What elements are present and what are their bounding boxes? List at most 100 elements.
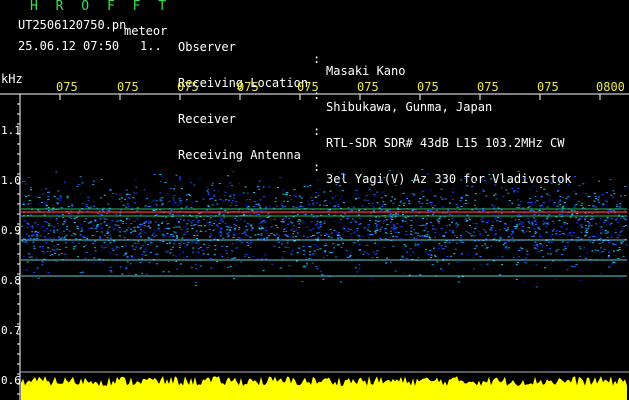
- noise-pixel: [45, 242, 48, 244]
- noise-pixel: [117, 229, 120, 231]
- noise-pixel: [436, 249, 439, 251]
- noise-pixel: [421, 217, 424, 219]
- noise-pixel: [380, 197, 383, 199]
- noise-pixel: [372, 206, 375, 208]
- noise-pixel: [598, 201, 600, 203]
- noise-pixel: [235, 205, 238, 206]
- noise-pixel: [556, 190, 559, 192]
- noise-pixel: [75, 217, 78, 219]
- noise-pixel: [48, 225, 51, 227]
- noise-pixel: [152, 209, 155, 211]
- noise-pixel: [247, 206, 250, 207]
- noise-pixel: [28, 256, 31, 258]
- noise-pixel: [281, 257, 284, 259]
- noise-pixel: [625, 244, 628, 246]
- noise-pixel: [434, 228, 437, 230]
- noise-pixel: [468, 217, 471, 219]
- noise-pixel: [487, 219, 490, 221]
- noise-pixel: [391, 219, 394, 221]
- noise-pixel: [606, 217, 609, 218]
- noise-pixel: [384, 228, 387, 230]
- noise-pixel: [515, 264, 518, 265]
- noise-pixel: [197, 248, 200, 250]
- noise-pixel: [168, 200, 171, 202]
- noise-pixel: [66, 197, 69, 199]
- noise-pixel: [600, 247, 603, 249]
- noise-pixel: [85, 218, 87, 220]
- noise-pixel: [186, 256, 189, 258]
- noise-pixel: [171, 246, 174, 248]
- noise-pixel: [419, 225, 422, 227]
- noise-pixel: [552, 260, 555, 262]
- noise-pixel: [86, 196, 89, 198]
- noise-pixel: [232, 232, 235, 234]
- noise-pixel: [115, 193, 118, 195]
- noise-pixel: [350, 233, 353, 235]
- noise-pixel: [394, 214, 397, 216]
- noise-pixel: [222, 200, 225, 202]
- noise-pixel: [421, 235, 424, 237]
- noise-pixel: [257, 214, 260, 215]
- noise-pixel: [411, 179, 414, 181]
- noise-pixel: [339, 237, 342, 239]
- noise-pixel: [600, 226, 603, 228]
- noise-pixel: [206, 190, 209, 192]
- noise-pixel: [395, 227, 398, 229]
- noise-pixel: [22, 203, 25, 205]
- noise-pixel: [584, 213, 587, 214]
- noise-pixel: [126, 261, 129, 263]
- noise-pixel: [267, 213, 270, 215]
- noise-pixel: [588, 205, 591, 206]
- noise-pixel: [557, 201, 560, 203]
- noise-pixel: [44, 238, 47, 240]
- noise-pixel: [372, 202, 375, 204]
- noise-pixel: [193, 224, 196, 226]
- noise-pixel: [328, 233, 331, 235]
- noise-pixel: [134, 231, 137, 232]
- noise-pixel: [186, 223, 189, 225]
- noise-pixel: [472, 257, 475, 258]
- noise-pixel: [382, 203, 385, 205]
- noise-pixel: [77, 219, 80, 220]
- noise-pixel: [27, 176, 30, 178]
- noise-pixel: [376, 224, 379, 226]
- noise-pixel: [519, 247, 522, 249]
- noise-pixel: [467, 253, 470, 255]
- noise-pixel: [399, 201, 402, 203]
- noise-pixel: [132, 192, 135, 194]
- noise-pixel: [419, 242, 422, 244]
- noise-pixel: [72, 232, 75, 234]
- noise-pixel: [400, 258, 403, 260]
- noise-pixel: [219, 254, 222, 256]
- noise-pixel: [566, 269, 569, 271]
- noise-pixel: [594, 249, 597, 251]
- noise-pixel: [371, 234, 373, 235]
- noise-pixel: [103, 194, 106, 196]
- noise-pixel: [424, 240, 427, 242]
- noise-pixel: [505, 246, 508, 248]
- noise-pixel: [229, 265, 232, 267]
- noise-pixel: [491, 226, 494, 228]
- noise-pixel: [533, 235, 535, 237]
- noise-pixel: [157, 228, 160, 230]
- noise-pixel: [356, 271, 359, 273]
- noise-pixel: [411, 210, 414, 211]
- noise-pixel: [200, 225, 202, 227]
- noise-pixel: [434, 256, 437, 258]
- noise-pixel: [232, 234, 235, 236]
- noise-pixel: [96, 226, 98, 228]
- noise-pixel: [401, 255, 404, 257]
- noise-pixel: [522, 207, 525, 209]
- noise-pixel: [140, 258, 143, 260]
- noise-pixel: [179, 218, 182, 220]
- noise-pixel: [391, 183, 394, 185]
- noise-pixel: [36, 237, 38, 239]
- noise-pixel: [504, 224, 507, 225]
- noise-pixel: [610, 263, 613, 265]
- noise-pixel: [140, 214, 142, 216]
- noise-pixel: [573, 206, 576, 208]
- noise-pixel: [102, 217, 105, 219]
- noise-pixel: [563, 202, 566, 204]
- noise-pixel: [567, 245, 570, 247]
- noise-pixel: [289, 195, 292, 196]
